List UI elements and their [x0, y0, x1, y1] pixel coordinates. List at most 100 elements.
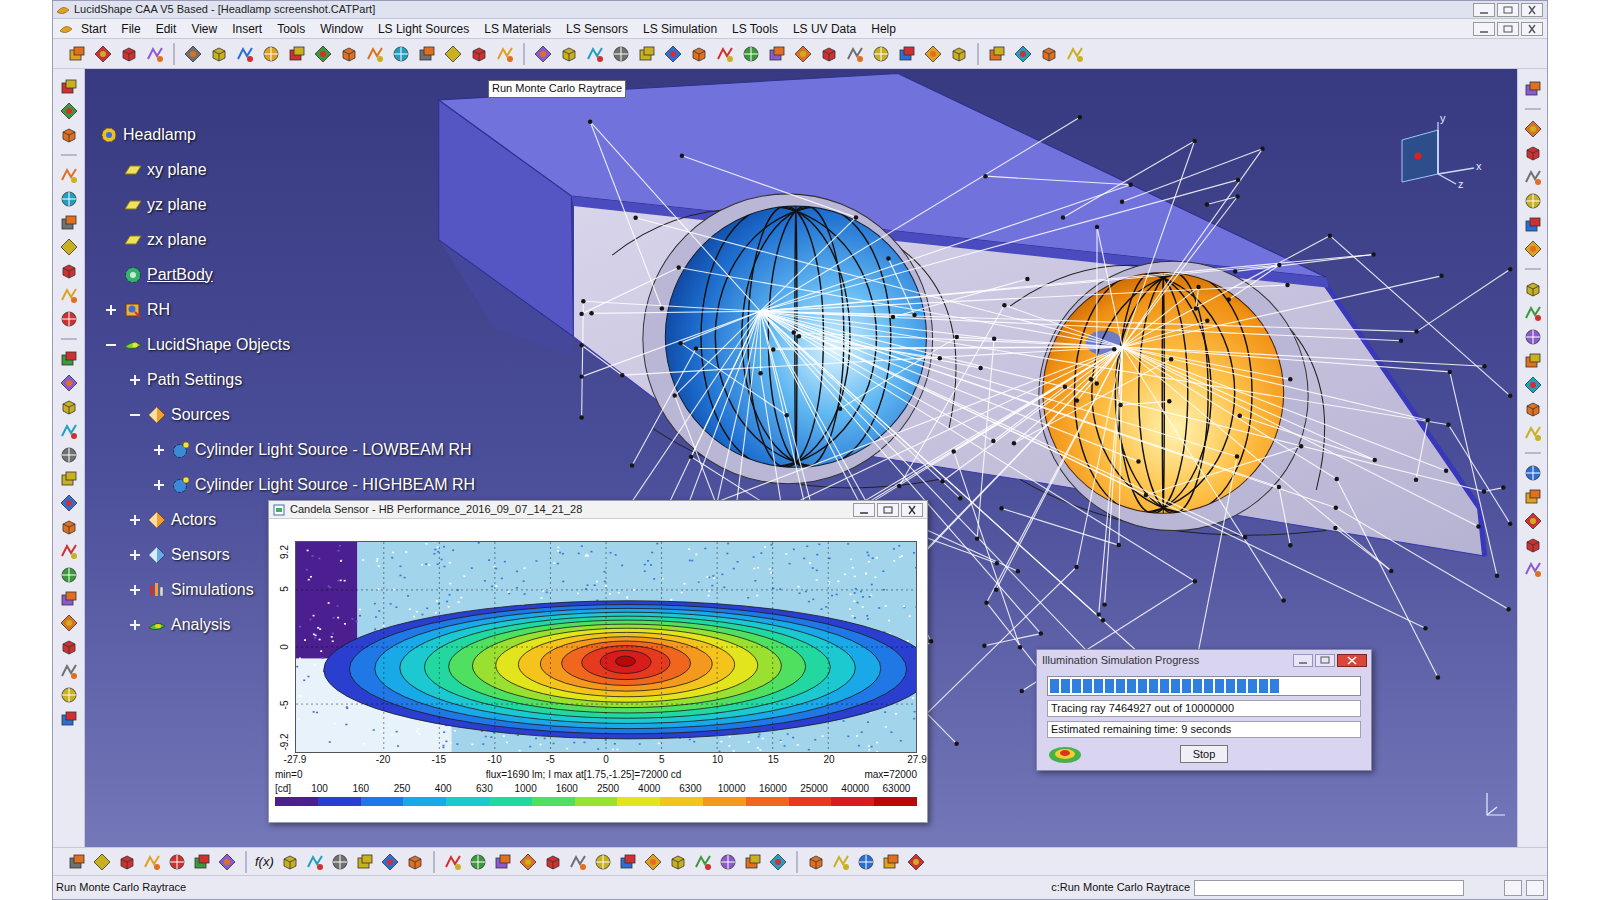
- toolbar-tool-icon[interactable]: [183, 44, 203, 64]
- toolbar-tool-icon[interactable]: [117, 852, 137, 872]
- toolbar-tool-icon[interactable]: [59, 565, 79, 585]
- toolbar-tool-icon[interactable]: [59, 685, 79, 705]
- toolbar-tool-icon[interactable]: [568, 852, 588, 872]
- toolbar-tool-icon[interactable]: [59, 237, 79, 257]
- tree-item-label[interactable]: Sources: [171, 407, 230, 423]
- menu-item[interactable]: Help: [871, 23, 896, 35]
- toolbar-tool-icon[interactable]: [718, 852, 738, 872]
- menu-item[interactable]: LS Materials: [484, 23, 551, 35]
- tree-expander[interactable]: [123, 580, 147, 600]
- toolbar-tool-icon[interactable]: [280, 852, 300, 872]
- minimize-icon[interactable]: [1293, 654, 1313, 667]
- expand-icon[interactable]: [128, 583, 142, 597]
- toolbar-tool-icon[interactable]: [417, 44, 437, 64]
- toolbar-tool-icon[interactable]: [533, 44, 553, 64]
- candela-sensor-window[interactable]: Candela Sensor - HB Performance_2016_09_…: [268, 500, 928, 823]
- restore-icon[interactable]: [1497, 3, 1519, 17]
- expand-icon[interactable]: [152, 478, 166, 492]
- tree-item[interactable]: xy plane: [99, 152, 475, 187]
- toolbar-tool-icon[interactable]: [142, 852, 162, 872]
- menu-item[interactable]: LS Sensors: [566, 23, 628, 35]
- tree-item-label[interactable]: Analysis: [171, 617, 231, 633]
- toolbar-tool-icon[interactable]: [831, 852, 851, 872]
- toolbar-tool-icon[interactable]: [313, 44, 333, 64]
- tree-item-label[interactable]: Actors: [171, 512, 216, 528]
- toolbar-tool-icon[interactable]: [518, 852, 538, 872]
- toolbar-tool-icon[interactable]: [768, 852, 788, 872]
- toolbar-tool-icon[interactable]: [59, 189, 79, 209]
- toolbar-tool-icon[interactable]: [495, 44, 515, 64]
- toolbar-tool-icon[interactable]: [59, 309, 79, 329]
- toolbar-tool-icon[interactable]: [380, 852, 400, 872]
- collapse-icon[interactable]: [128, 408, 142, 422]
- toolbar-tool-icon[interactable]: [1523, 399, 1543, 419]
- toolbar-tool-icon[interactable]: [715, 44, 735, 64]
- menu-item[interactable]: Window: [320, 23, 363, 35]
- toolbar-tool-icon[interactable]: [668, 852, 688, 872]
- toolbar-tool-icon[interactable]: [405, 852, 425, 872]
- toolbar-tool-icon[interactable]: [469, 44, 489, 64]
- toolbar-tool-icon[interactable]: [1523, 487, 1543, 507]
- toolbar-tool-icon[interactable]: [1523, 215, 1543, 235]
- toolbar-tool-icon[interactable]: [897, 44, 917, 64]
- minimize-icon[interactable]: [853, 503, 875, 517]
- toolbar-tool-icon[interactable]: [559, 44, 579, 64]
- toolbar-tool-icon[interactable]: [217, 852, 237, 872]
- toolbar-tool-icon[interactable]: [119, 44, 139, 64]
- toolbar-tool-icon[interactable]: [693, 852, 713, 872]
- progress-dialog[interactable]: Illumination Simulation ProgressTracing …: [1036, 649, 1372, 771]
- toolbar-tool-icon[interactable]: [1523, 191, 1543, 211]
- toolbar-tool-icon[interactable]: [1523, 463, 1543, 483]
- toolbar-tool-icon[interactable]: [339, 44, 359, 64]
- expand-icon[interactable]: [128, 618, 142, 632]
- toolbar-tool-icon[interactable]: [593, 852, 613, 872]
- toolbar-tool-icon[interactable]: [1523, 535, 1543, 555]
- toolbar-tool-icon[interactable]: [611, 44, 631, 64]
- toolbar-tool-icon[interactable]: [1523, 119, 1543, 139]
- toolbar-tool-icon[interactable]: [793, 44, 813, 64]
- toolbar-tool-icon[interactable]: [443, 852, 463, 872]
- toolbar-tool-icon[interactable]: [1523, 279, 1543, 299]
- toolbar-tool-icon[interactable]: [1039, 44, 1059, 64]
- menu-item[interactable]: LS UV Data: [793, 23, 856, 35]
- toolbar-tool-icon[interactable]: [543, 852, 563, 872]
- toolbar-tool-icon[interactable]: [59, 101, 79, 121]
- toolbar-tool-icon[interactable]: [391, 44, 411, 64]
- tree-item-label[interactable]: LucidShape Objects: [147, 337, 290, 353]
- tree-expander[interactable]: [123, 510, 147, 530]
- toolbar-tool-icon[interactable]: [767, 44, 787, 64]
- tree-item[interactable]: Cylinder Light Source - LOWBEAM RH: [99, 432, 475, 467]
- close-icon[interactable]: [1337, 654, 1367, 667]
- toolbar-tool-icon[interactable]: [59, 445, 79, 465]
- restore-icon[interactable]: [877, 503, 899, 517]
- menu-item[interactable]: Tools: [277, 23, 305, 35]
- status-button[interactable]: [1504, 880, 1522, 896]
- toolbar-tool-icon[interactable]: [881, 852, 901, 872]
- expand-icon[interactable]: [128, 373, 142, 387]
- close-icon[interactable]: [901, 503, 923, 517]
- tree-item-label[interactable]: Cylinder Light Source - LOWBEAM RH: [195, 442, 472, 458]
- toolbar-tool-icon[interactable]: [663, 44, 683, 64]
- status-button[interactable]: [1526, 880, 1544, 896]
- toolbar-tool-icon[interactable]: [1523, 559, 1543, 579]
- command-input[interactable]: [1194, 880, 1464, 896]
- tree-expander[interactable]: [147, 440, 171, 460]
- tree-item[interactable]: Headlamp: [99, 117, 475, 152]
- candela-contour-plot[interactable]: [296, 542, 916, 752]
- toolbar-tool-icon[interactable]: [856, 852, 876, 872]
- toolbar-tool-icon[interactable]: [59, 661, 79, 681]
- toolbar-tool-icon[interactable]: [637, 44, 657, 64]
- toolbar-tool-icon[interactable]: [1013, 44, 1033, 64]
- toolbar-tool-icon[interactable]: [59, 517, 79, 537]
- tree-item-label[interactable]: zx plane: [147, 232, 207, 248]
- toolbar-tool-icon[interactable]: [59, 493, 79, 513]
- toolbar-tool-icon[interactable]: [235, 44, 255, 64]
- toolbar-tool-icon[interactable]: [59, 373, 79, 393]
- toolbar-tool-icon[interactable]: [1523, 79, 1543, 99]
- toolbar-tool-icon[interactable]: [1523, 327, 1543, 347]
- toolbar-tool-icon[interactable]: [743, 852, 763, 872]
- toolbar-tool-icon[interactable]: [923, 44, 943, 64]
- toolbar-tool-icon[interactable]: [906, 852, 926, 872]
- toolbar-tool-icon[interactable]: [1523, 167, 1543, 187]
- toolbar-tool-icon[interactable]: [59, 397, 79, 417]
